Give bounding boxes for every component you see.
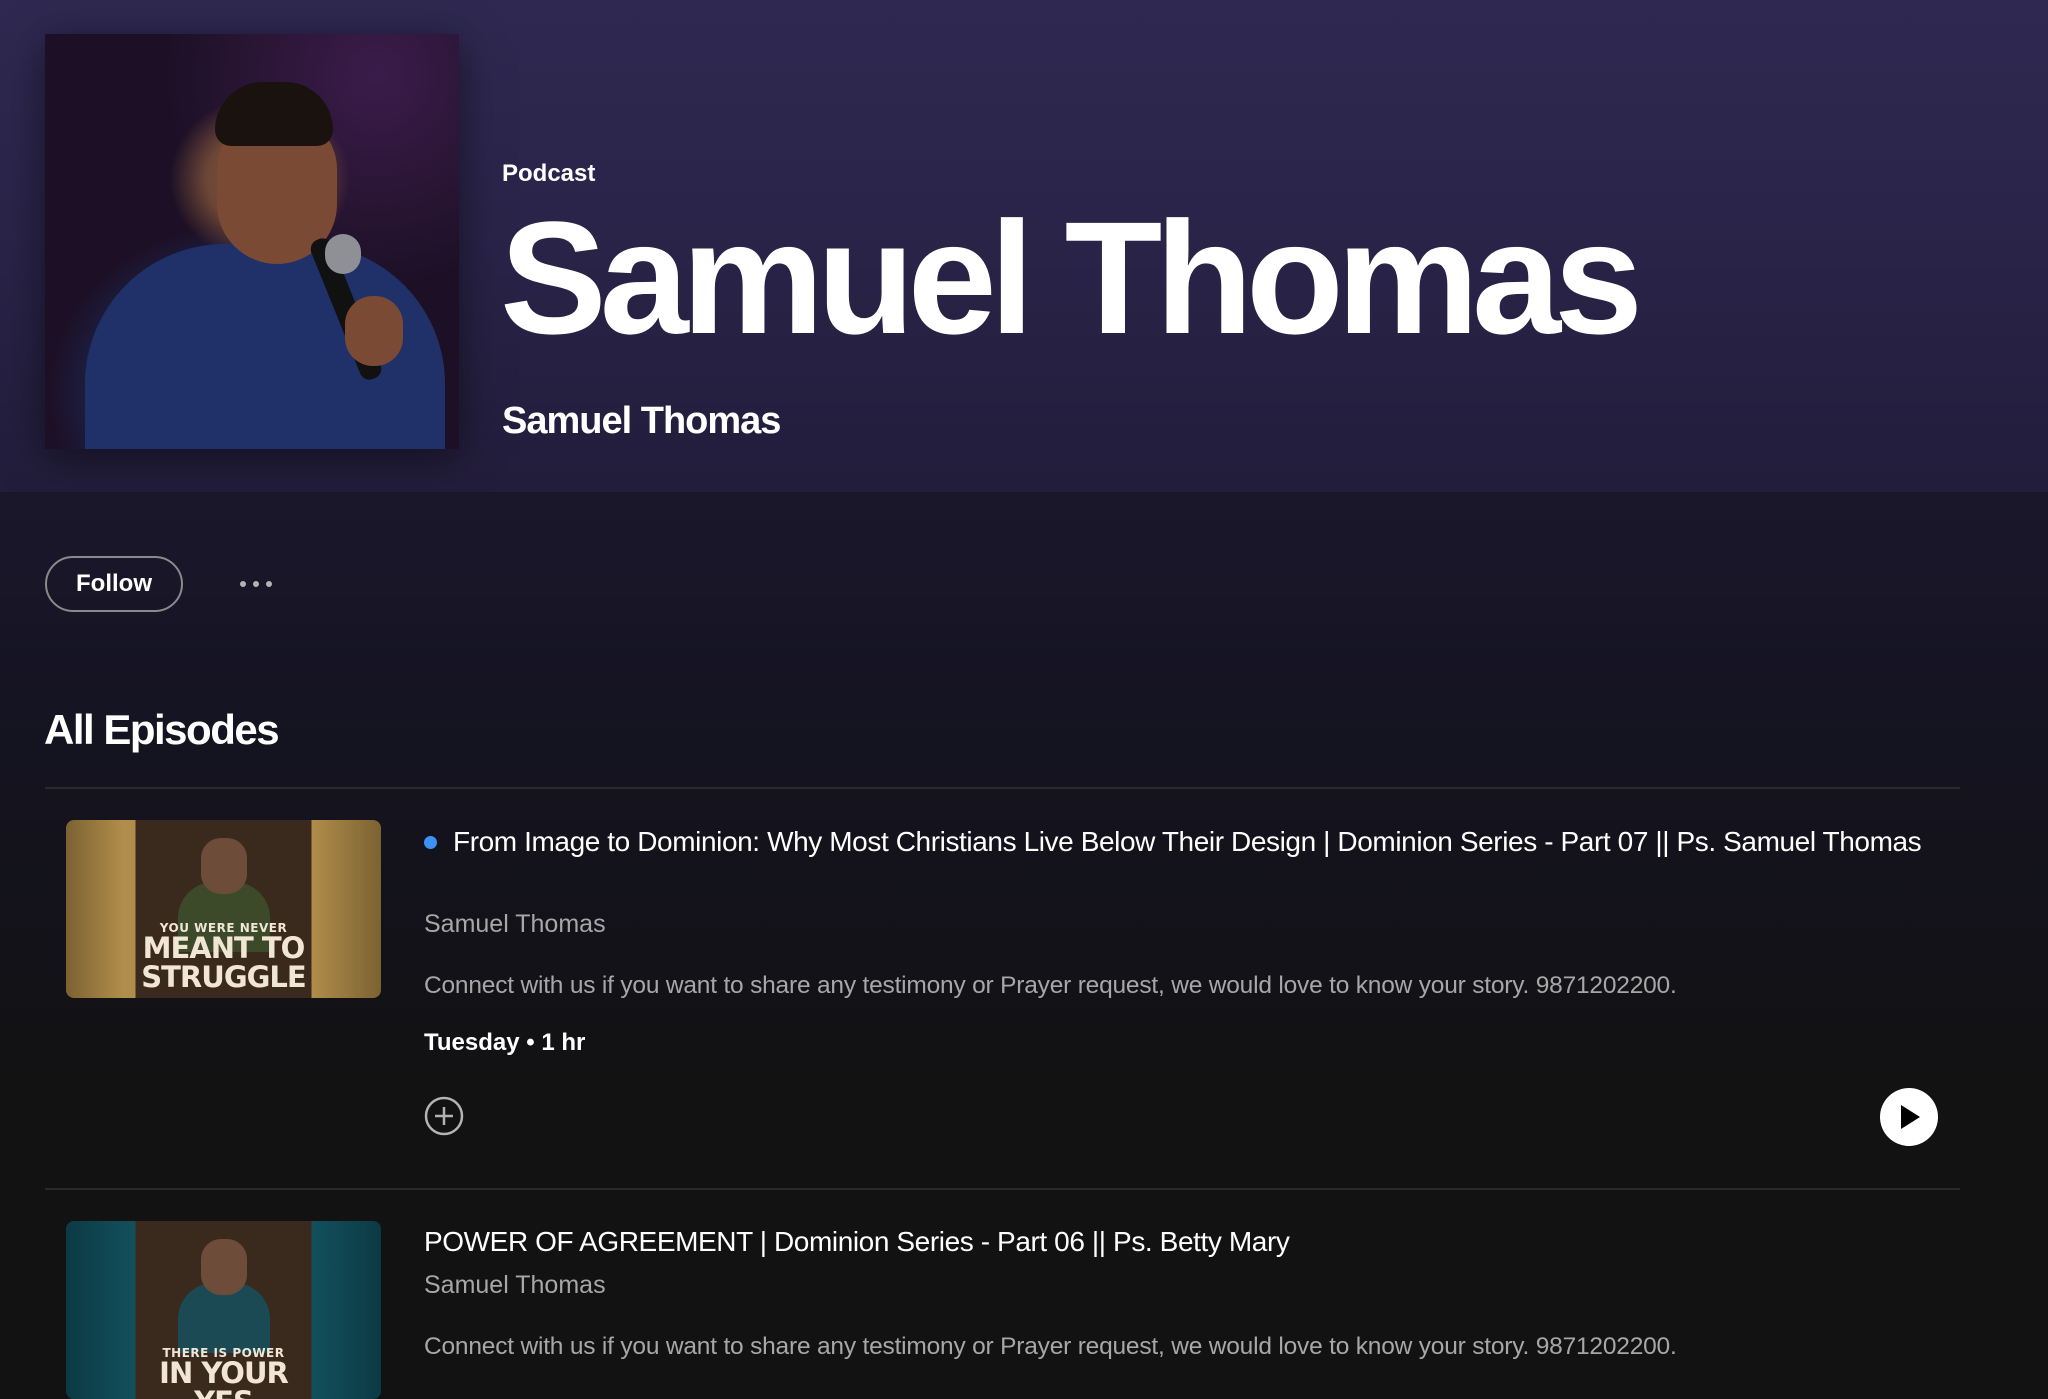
dot xyxy=(240,581,246,587)
microphone-head xyxy=(325,234,361,274)
episode-thumbnail[interactable]: YOU WERE NEVER MEANT TO STRUGGLE xyxy=(66,820,381,998)
episode-thumbnail[interactable]: THERE IS POWER IN YOUR YES xyxy=(66,1221,381,1399)
episode-title-link[interactable]: POWER OF AGREEMENT | Dominion Series - P… xyxy=(424,1222,1934,1261)
episode-author[interactable]: Samuel Thomas xyxy=(424,1271,606,1300)
episode-title-link[interactable]: From Image to Dominion: Why Most Christi… xyxy=(424,822,1934,861)
thumb-figure-head xyxy=(201,1239,247,1295)
content-type-label: Podcast xyxy=(502,160,596,187)
podcast-author-link[interactable]: Samuel Thomas xyxy=(502,400,781,443)
divider xyxy=(45,787,1960,789)
thumb-caption-big: IN YOUR YES xyxy=(159,1356,289,1399)
thumb-caption-big: MEANT TO STRUGGLE xyxy=(141,931,306,994)
new-episode-dot-icon xyxy=(424,836,437,849)
add-circle-icon[interactable] xyxy=(424,1096,464,1136)
section-title: All Episodes xyxy=(44,706,280,753)
cover-figure-hand xyxy=(345,296,403,366)
play-icon xyxy=(1901,1105,1920,1129)
thumb-figure-head xyxy=(201,838,247,894)
dot xyxy=(253,581,259,587)
podcast-cover-image xyxy=(45,34,459,449)
podcast-title: Samuel Thomas xyxy=(500,188,1643,367)
divider xyxy=(45,1188,1960,1190)
dot xyxy=(266,581,272,587)
episode-description: Connect with us if you want to share any… xyxy=(424,1333,1677,1360)
episode-author[interactable]: Samuel Thomas xyxy=(424,910,606,939)
episode-description: Connect with us if you want to share any… xyxy=(424,972,1677,999)
podcast-header: Podcast Samuel Thomas Samuel Thomas xyxy=(0,0,2048,492)
follow-button[interactable]: Follow xyxy=(45,556,183,612)
episode-meta: Tuesday • 1 hr xyxy=(424,1029,586,1056)
more-options-icon[interactable] xyxy=(228,566,284,602)
episode-title-text: From Image to Dominion: Why Most Christi… xyxy=(453,826,1922,857)
play-episode-button[interactable] xyxy=(1880,1088,1938,1146)
cover-figure-hair xyxy=(215,82,333,146)
